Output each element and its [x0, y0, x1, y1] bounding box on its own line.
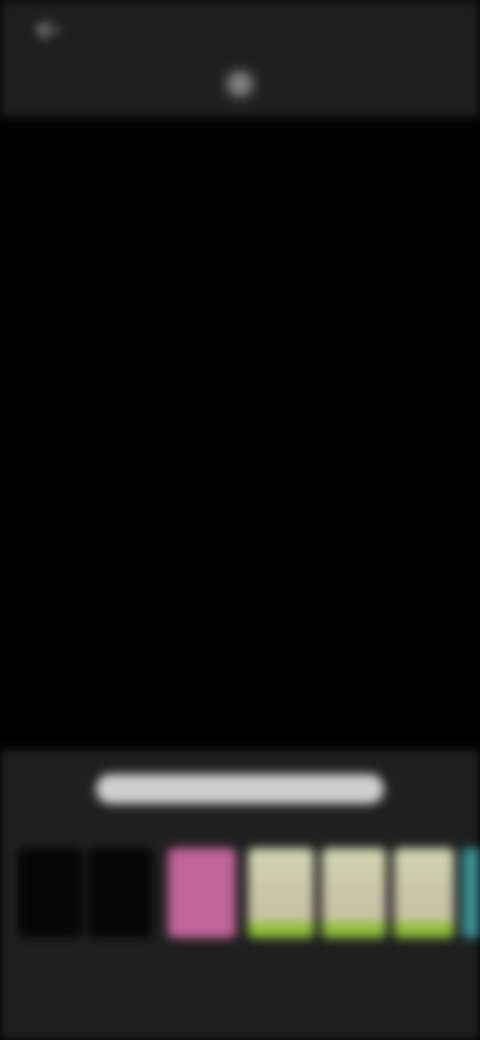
filter-strip[interactable] [0, 838, 480, 950]
filter-thumb-green-2[interactable] [322, 848, 386, 938]
filter-thumb-dark-1[interactable] [18, 848, 82, 938]
top-bar [0, 0, 480, 118]
photo-canvas[interactable] [0, 118, 480, 750]
filter-label-bar [322, 922, 386, 938]
filter-preview-image [168, 848, 236, 938]
filter-thumb-pink[interactable] [168, 848, 236, 938]
filter-label-bar [248, 922, 314, 938]
filter-thumb-teal[interactable] [462, 848, 480, 938]
filter-thumb-green-1[interactable] [248, 848, 314, 938]
filter-preview-image [88, 848, 152, 938]
filter-preview-image [18, 848, 82, 938]
slider-fill [96, 774, 384, 804]
filter-thumb-dark-2[interactable] [88, 848, 152, 938]
sparkle-icon[interactable] [222, 66, 258, 102]
filter-preview-image [462, 848, 480, 938]
intensity-slider[interactable] [90, 766, 390, 812]
page-title [70, 18, 150, 40]
back-arrow-icon[interactable] [34, 18, 62, 42]
filter-thumb-green-3[interactable] [394, 848, 454, 938]
filter-label-bar [394, 922, 454, 938]
